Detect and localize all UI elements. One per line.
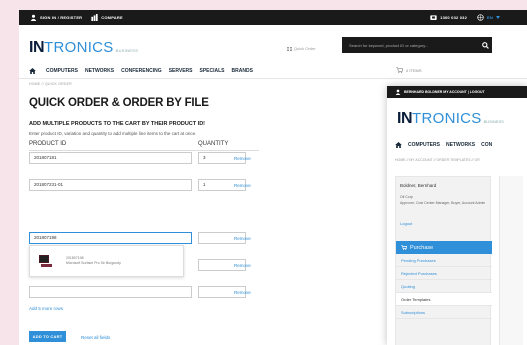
purchase-section-header[interactable]: Purchase [396, 241, 492, 254]
autocomplete-suggestion[interactable]: 201807198 Microsoft Surface Pro Se Burgu… [29, 245, 184, 277]
account-top-text[interactable]: BERNHARD BOLDNER MY ACCOUNT | LOGOUT [404, 90, 485, 94]
cart-icon [401, 245, 407, 250]
quick-order-link[interactable]: Quick Order [287, 46, 316, 51]
reset-fields-link[interactable]: Reset all fields [81, 335, 110, 340]
compare-link[interactable]: COMPARE [91, 14, 123, 21]
user-icon [395, 89, 401, 95]
sidebar-item-order-templates[interactable]: Order Templates [396, 293, 492, 306]
search-input[interactable]: Search for keyword, product ID or catego… [342, 43, 478, 48]
suggestion-name: Microsoft Surface Pro Se Burgundy [66, 261, 121, 265]
phone-icon [430, 15, 437, 20]
globe-icon [477, 14, 484, 21]
product-id-input[interactable]: 201807181 [29, 152, 192, 164]
add-rows-link[interactable]: Add 5 more rows [29, 306, 63, 311]
remove-link[interactable]: Remove [234, 236, 251, 241]
sidebar-item-quoting[interactable]: Quoting [396, 280, 492, 293]
product-id-input[interactable]: 201807231-01 [29, 179, 192, 191]
sign-in-link[interactable]: SIGN IN / REGISTER [30, 14, 82, 21]
product-id-input[interactable] [29, 286, 192, 298]
logout-link[interactable]: Logout [400, 221, 412, 226]
intronics-logo[interactable]: IN TRONICS BUSINESS [397, 110, 504, 128]
phone-number: 1300 032 032 [440, 15, 468, 20]
purchase-label: Purchase [410, 244, 434, 251]
page-title: QUICK ORDER & ORDER BY FILE [29, 97, 209, 109]
account-sidebar: Boldner, Bernhard Oil Corp Approver, Cos… [395, 176, 492, 345]
home-icon[interactable] [29, 67, 36, 74]
phone-info: 1300 032 032 [430, 14, 467, 21]
user-info: Oil Corp Approver, Cost Center Manager, … [400, 195, 486, 205]
language-label: EN [487, 15, 493, 20]
sidebar-item-pending-purchases[interactable]: Pending Purchases [396, 254, 492, 267]
language-selector[interactable]: EN [477, 14, 500, 21]
account-top-bar: BERNHARD BOLDNER MY ACCOUNT | LOGOUT [387, 86, 527, 98]
top-bar: SIGN IN / REGISTER COMPARE 1300 032 032 … [19, 10, 527, 25]
nav-computers[interactable]: COMPUTERS [46, 68, 78, 74]
home-icon[interactable] [395, 142, 402, 148]
nav-brands[interactable]: BRANDS [232, 68, 253, 74]
description: Enter product ID, variation and quantity… [29, 131, 197, 136]
breadcrumb: HOME // QUICK ORDER [29, 82, 72, 86]
cart-button[interactable]: 0 ITEMS [396, 67, 422, 73]
divider [29, 150, 259, 151]
main-nav: COMPUTERS NETWORKS CONFERENCING SERVERS … [19, 63, 527, 79]
remove-link[interactable]: Remove [234, 263, 251, 268]
header: IN TRONICS BUSINESS Quick Order Search f… [19, 25, 527, 63]
remove-link[interactable]: Remove [234, 183, 251, 188]
sidebar-item-rejected-purchases[interactable]: Rejected Purchases [396, 267, 492, 280]
quantity-header: QUANTITY [198, 141, 229, 147]
cart-icon [396, 67, 403, 73]
add-to-cart-button[interactable]: ADD TO CART [29, 331, 66, 342]
nav-computers[interactable]: COMPUTERS [408, 142, 440, 148]
search-box: Search for keyword, product ID or catego… [342, 37, 492, 53]
compare-label: COMPARE [101, 15, 123, 20]
search-icon [481, 41, 489, 49]
user-name: Boldner, Bernhard [400, 183, 437, 188]
nav-networks[interactable]: NETWORKS [446, 142, 475, 148]
product-thumbnail [39, 255, 52, 267]
nav-servers[interactable]: SERVERS [169, 68, 193, 74]
grid-icon [287, 46, 292, 51]
nav-conferencing[interactable]: CONFERENCING [121, 68, 162, 74]
content-area [499, 176, 523, 345]
chevron-down-icon [496, 16, 500, 19]
nav-networks[interactable]: NETWORKS [85, 68, 114, 74]
sign-in-label: SIGN IN / REGISTER [40, 15, 83, 20]
user-icon [30, 14, 37, 21]
product-id-header: PRODUCT ID [29, 141, 67, 147]
suggestion-text: 201807198 Microsoft Surface Pro Se Burgu… [66, 256, 121, 266]
search-button[interactable] [478, 37, 492, 53]
remove-link[interactable]: Remove [234, 156, 251, 161]
breadcrumb: HOME // MY ACCOUNT // ORDER TEMPLATES //… [395, 158, 480, 162]
intronics-logo[interactable]: IN TRONICS BUSINESS [29, 39, 138, 57]
main-nav: COMPUTERS NETWORKS CON [395, 142, 492, 148]
cart-label: 0 ITEMS [406, 67, 422, 73]
account-window: BERNHARD BOLDNER MY ACCOUNT | LOGOUT IN … [387, 86, 527, 345]
remove-link[interactable]: Remove [234, 290, 251, 295]
section-subtitle: ADD MULTIPLE PRODUCTS TO THE CART BY THE… [29, 121, 205, 127]
product-id-input[interactable]: 201807198 [29, 232, 192, 244]
compare-icon [91, 14, 98, 21]
nav-specials[interactable]: SPECIALS [200, 68, 225, 74]
sidebar-item-subscriptions[interactable]: Subscriptions [396, 306, 492, 319]
nav-conferencing[interactable]: CON [481, 142, 492, 148]
